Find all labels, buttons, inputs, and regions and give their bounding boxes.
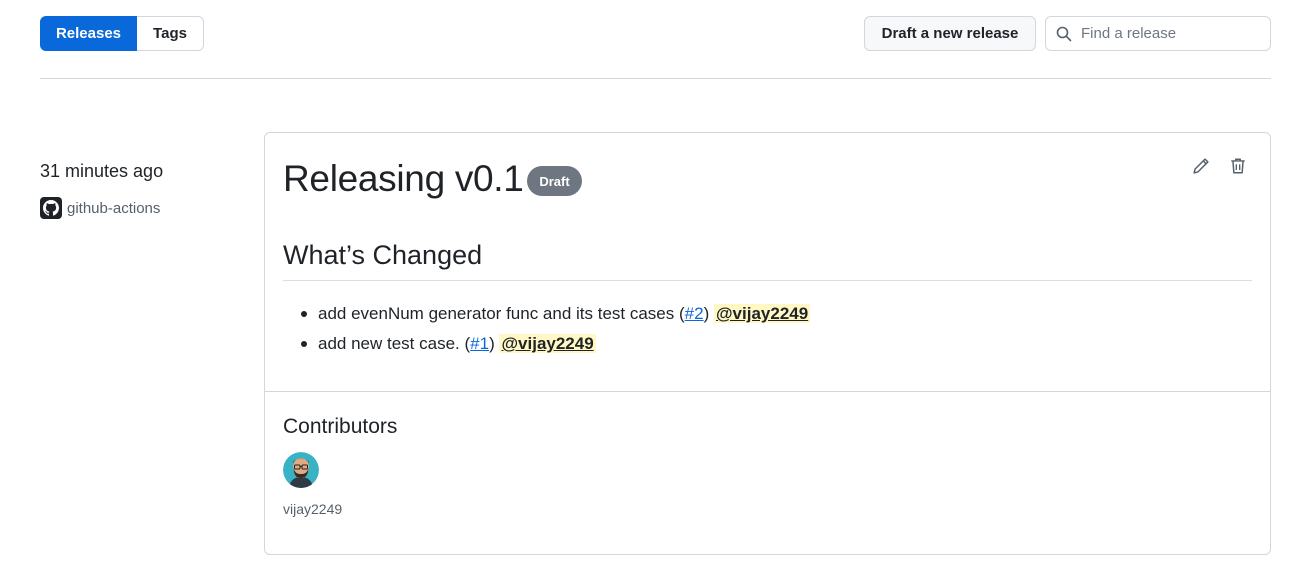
user-mention[interactable]: @vijay2249: [713, 304, 811, 323]
release-body: Releasing v0.1 Draft What’s Changed add …: [265, 133, 1270, 392]
draft-badge: Draft: [527, 166, 582, 196]
releases-toolbar: Releases Tags Draft a new release: [40, 16, 1271, 51]
contributor-name[interactable]: vijay2249: [283, 501, 342, 517]
tab-releases[interactable]: Releases: [40, 16, 137, 51]
change-text: add evenNum generator func and its test …: [318, 304, 685, 323]
search-icon: [1056, 26, 1072, 41]
release-author[interactable]: github-actions: [40, 197, 160, 219]
bullet-icon: [301, 341, 307, 347]
release-title[interactable]: Releasing v0.1: [283, 158, 524, 200]
contributor-avatar-image: [283, 452, 319, 488]
delete-release-button[interactable]: [1227, 155, 1249, 177]
release-card: Releasing v0.1 Draft What’s Changed add …: [264, 132, 1271, 555]
pr-link[interactable]: #1: [470, 334, 489, 353]
whats-changed-heading: What’s Changed: [283, 240, 483, 270]
trash-icon: [1231, 158, 1245, 174]
bullet-icon: [301, 311, 307, 317]
user-mention[interactable]: @vijay2249: [499, 334, 596, 353]
contributors-heading: Contributors: [283, 415, 398, 438]
list-item: add evenNum generator func and its test …: [283, 299, 811, 329]
draft-new-release-button[interactable]: Draft a new release: [864, 16, 1036, 51]
avatar[interactable]: [283, 452, 319, 488]
edit-release-button[interactable]: [1190, 155, 1212, 177]
pr-link[interactable]: #2: [685, 304, 704, 323]
find-release-search[interactable]: [1045, 16, 1271, 51]
header-divider: [40, 78, 1271, 79]
pencil-icon: [1193, 158, 1209, 174]
change-close-paren: ): [703, 304, 710, 323]
github-logo-icon: [40, 197, 62, 219]
tab-tags[interactable]: Tags: [137, 16, 204, 51]
search-input[interactable]: [1081, 25, 1261, 42]
change-text: add new test case. (: [318, 334, 471, 353]
list-item: add new test case. (#1) @vijay2249: [283, 329, 810, 359]
releases-tags-switcher: Releases Tags: [40, 16, 204, 51]
changes-list: add evenNum generator func and its test …: [283, 299, 811, 359]
release-time: 31 minutes ago: [40, 161, 164, 181]
heading-rule: [283, 280, 1252, 281]
author-name[interactable]: github-actions: [67, 200, 160, 217]
change-close-paren: ): [489, 334, 495, 353]
